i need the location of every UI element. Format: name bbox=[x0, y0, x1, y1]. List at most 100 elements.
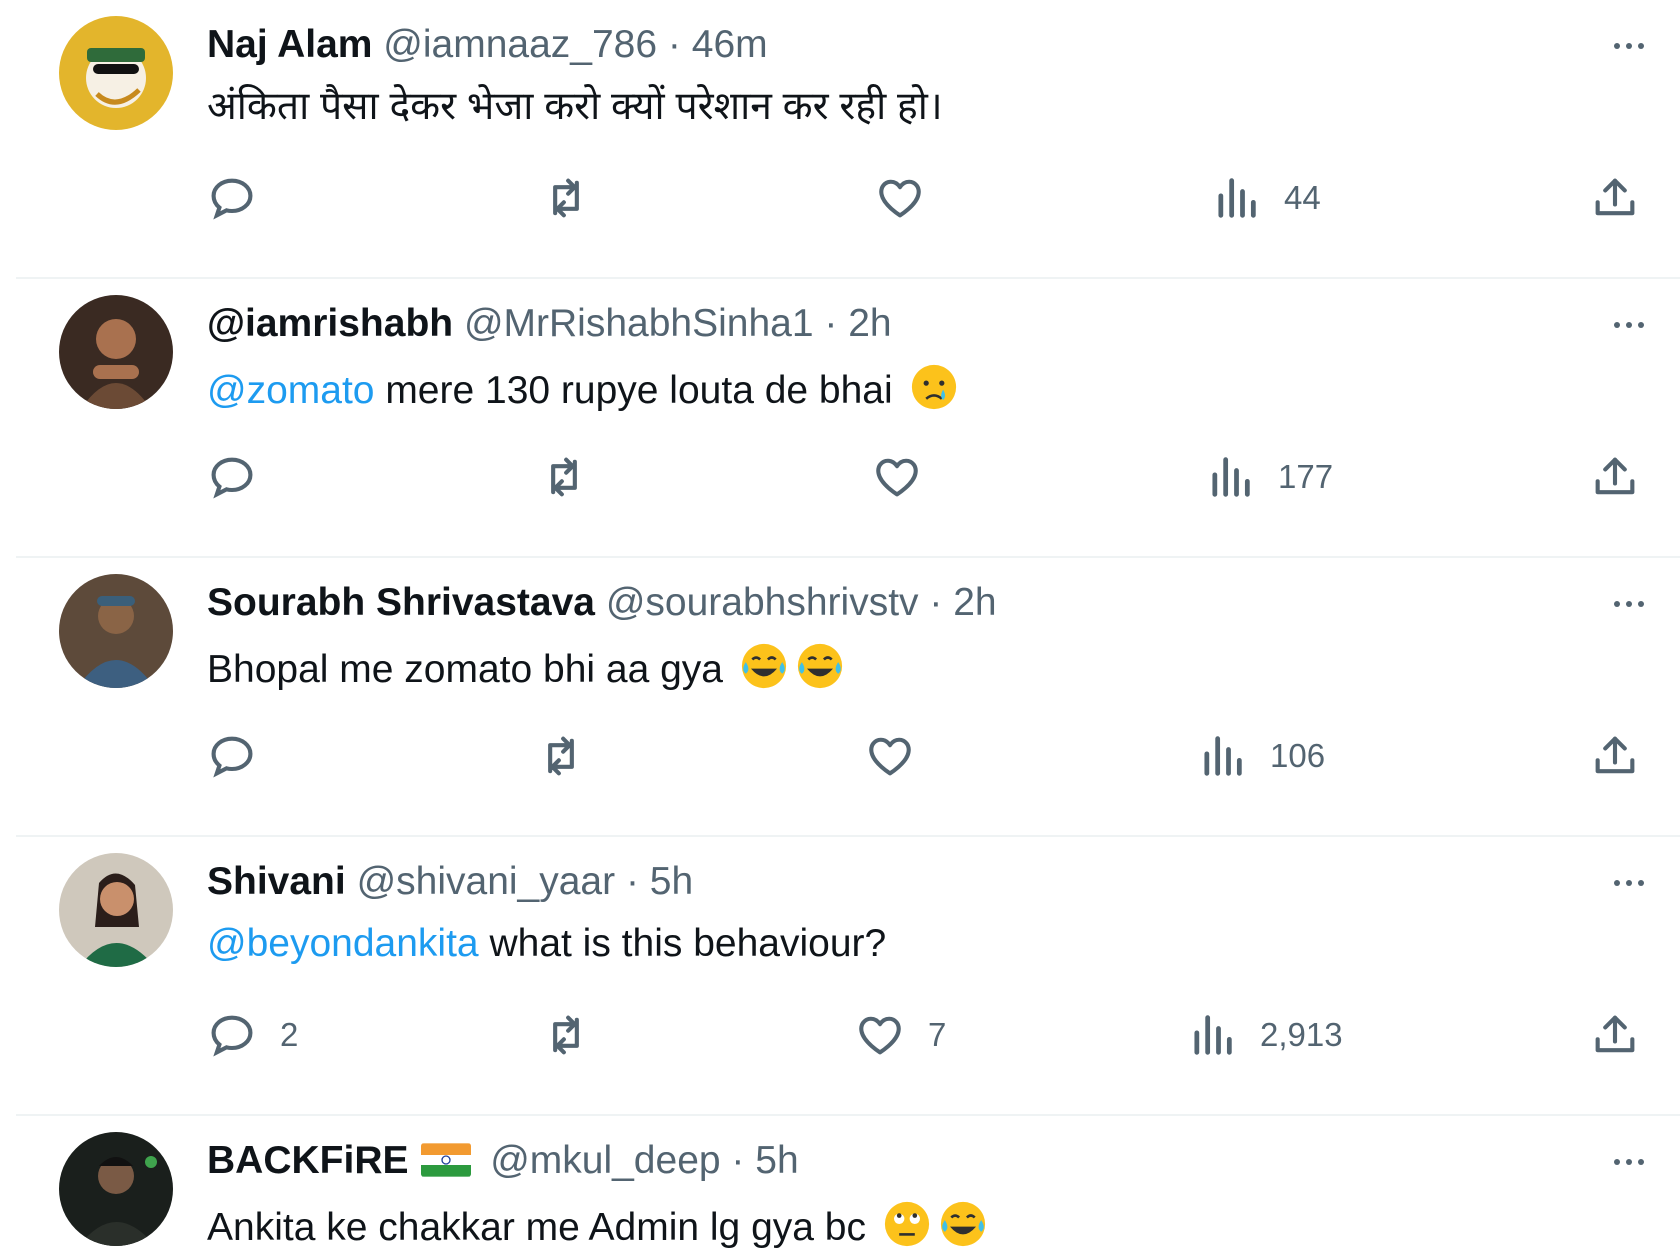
display-name[interactable]: BACKFiRE bbox=[207, 1139, 409, 1182]
user-handle[interactable]: @MrRishabhSinha1 bbox=[464, 302, 814, 345]
tweet-header: Sourabh Shrivastava @sourabhshrivstv · 2… bbox=[207, 580, 997, 626]
tweet-text: अंकिता पैसा देकर भेजा करो क्यों परेशान क… bbox=[207, 82, 943, 132]
reply-button[interactable] bbox=[206, 451, 280, 503]
views-chart-icon bbox=[1194, 1015, 1232, 1055]
tweet-body: Ankita ke chakkar me Admin lg gya bc bbox=[207, 1206, 866, 1249]
views-chart-icon bbox=[1218, 178, 1256, 218]
views-chart-icon bbox=[1212, 457, 1250, 497]
retweet-icon bbox=[553, 178, 579, 218]
mention-link[interactable]: @beyondankita bbox=[207, 922, 479, 965]
heart-icon bbox=[869, 737, 911, 776]
reply-count: 2 bbox=[280, 1016, 299, 1053]
tweet-text: @zomato mere 130 rupye louta de bhai bbox=[207, 361, 960, 416]
like-button[interactable] bbox=[864, 730, 938, 782]
views-chart-icon bbox=[1204, 736, 1242, 776]
retweet-button[interactable] bbox=[540, 172, 614, 224]
reply-button[interactable] bbox=[206, 730, 280, 782]
retweet-button[interactable] bbox=[535, 730, 609, 782]
more-options-icon[interactable] bbox=[1602, 863, 1656, 903]
reply-button[interactable] bbox=[206, 172, 280, 224]
display-name[interactable]: Sourabh Shrivastava bbox=[207, 581, 595, 624]
share-icon bbox=[1595, 457, 1635, 495]
views-button[interactable]: 106 bbox=[1196, 730, 1325, 782]
tweet-body: mere 130 rupye louta de bhai bbox=[374, 369, 893, 412]
reply-icon bbox=[211, 457, 253, 499]
timestamp[interactable]: 2h bbox=[848, 302, 891, 345]
display-name[interactable]: Naj Alam bbox=[207, 23, 372, 66]
crying-face-emoji bbox=[911, 364, 956, 410]
timestamp[interactable]: 5h bbox=[650, 860, 693, 903]
share-button[interactable] bbox=[1589, 730, 1641, 782]
reply-icon bbox=[211, 1015, 253, 1057]
tweet-body: what is this behaviour? bbox=[478, 922, 887, 965]
tweet[interactable]: Sourabh Shrivastava @sourabhshrivstv · 2… bbox=[0, 558, 1680, 837]
tweet-header: Shivani @shivani_yaar · 5h bbox=[207, 859, 693, 905]
separator-dot: · bbox=[625, 860, 639, 903]
reply-button[interactable]: 2 bbox=[206, 1009, 298, 1061]
tweet-body: अंकिता पैसा देकर भेजा करो क्यों परेशान क… bbox=[207, 85, 943, 128]
separator-dot: · bbox=[824, 302, 838, 345]
tears-of-joy-emoji bbox=[741, 643, 786, 689]
view-count: 177 bbox=[1278, 458, 1334, 495]
more-options-icon[interactable] bbox=[1602, 26, 1656, 66]
india-flag-emoji bbox=[421, 1143, 472, 1177]
retweet-icon bbox=[553, 1015, 579, 1055]
user-handle[interactable]: @iamnaaz_786 bbox=[383, 23, 657, 66]
reply-feed: Naj Alam @iamnaaz_786 · 46m अंकिता पैसा … bbox=[0, 0, 1680, 1260]
tweet-text: Ankita ke chakkar me Admin lg gya bc bbox=[207, 1198, 989, 1253]
user-handle[interactable]: @sourabhshrivstv bbox=[606, 581, 919, 624]
heart-icon bbox=[876, 458, 918, 497]
timestamp[interactable]: 2h bbox=[953, 581, 996, 624]
user-handle[interactable]: @shivani_yaar bbox=[357, 860, 616, 903]
display-name[interactable]: @iamrishabh bbox=[207, 302, 453, 345]
share-button[interactable] bbox=[1589, 451, 1641, 503]
tweet-body: Bhopal me zomato bhi aa gya bbox=[207, 648, 723, 691]
like-count: 7 bbox=[928, 1016, 947, 1053]
share-button[interactable] bbox=[1589, 172, 1641, 224]
more-options-icon[interactable] bbox=[1602, 584, 1656, 624]
like-button[interactable] bbox=[874, 172, 948, 224]
tweet[interactable]: BACKFiRE @mkul_deep · 5h Ankita ke chakk… bbox=[0, 1116, 1680, 1260]
share-icon bbox=[1595, 736, 1635, 774]
retweet-icon bbox=[548, 736, 574, 776]
avatar[interactable] bbox=[59, 853, 173, 967]
separator-dot: · bbox=[667, 23, 681, 66]
user-handle[interactable]: @mkul_deep bbox=[490, 1139, 720, 1182]
like-button[interactable]: 7 bbox=[854, 1009, 946, 1061]
views-button[interactable]: 44 bbox=[1210, 172, 1321, 224]
view-count: 106 bbox=[1270, 737, 1326, 774]
share-icon bbox=[1595, 1015, 1635, 1053]
tweet-header: BACKFiRE @mkul_deep · 5h bbox=[207, 1138, 799, 1184]
reply-icon bbox=[211, 178, 253, 220]
heart-icon bbox=[859, 1016, 901, 1055]
timestamp[interactable]: 46m bbox=[692, 23, 768, 66]
views-button[interactable]: 177 bbox=[1204, 451, 1333, 503]
avatar[interactable] bbox=[59, 1132, 173, 1246]
views-button[interactable]: 2,913 bbox=[1186, 1009, 1343, 1061]
display-name[interactable]: Shivani bbox=[207, 860, 346, 903]
separator-dot: · bbox=[731, 1139, 745, 1182]
separator-dot: · bbox=[929, 581, 943, 624]
heart-icon bbox=[879, 179, 921, 218]
share-icon bbox=[1595, 178, 1635, 216]
avatar[interactable] bbox=[59, 295, 173, 409]
eye-roll-emoji bbox=[884, 1201, 929, 1247]
timestamp[interactable]: 5h bbox=[755, 1139, 798, 1182]
more-options-icon[interactable] bbox=[1602, 1142, 1656, 1182]
tweet[interactable]: @iamrishabh @MrRishabhSinha1 · 2h @zomat… bbox=[0, 279, 1680, 558]
avatar[interactable] bbox=[59, 574, 173, 688]
tweet-header: Naj Alam @iamnaaz_786 · 46m bbox=[207, 22, 768, 68]
view-count: 2,913 bbox=[1260, 1016, 1343, 1053]
more-options-icon[interactable] bbox=[1602, 305, 1656, 345]
retweet-button[interactable] bbox=[538, 451, 612, 503]
like-button[interactable] bbox=[871, 451, 945, 503]
retweet-button[interactable] bbox=[540, 1009, 614, 1061]
reply-icon bbox=[211, 736, 253, 778]
tweet[interactable]: Shivani @shivani_yaar · 5h @beyondankita… bbox=[0, 837, 1680, 1116]
mention-link[interactable]: @zomato bbox=[207, 369, 374, 412]
tweet-header: @iamrishabh @MrRishabhSinha1 · 2h bbox=[207, 301, 892, 347]
tweet-text: @beyondankita what is this behaviour? bbox=[207, 919, 886, 969]
tweet[interactable]: Naj Alam @iamnaaz_786 · 46m अंकिता पैसा … bbox=[0, 0, 1680, 279]
avatar[interactable] bbox=[59, 16, 173, 130]
share-button[interactable] bbox=[1589, 1009, 1641, 1061]
